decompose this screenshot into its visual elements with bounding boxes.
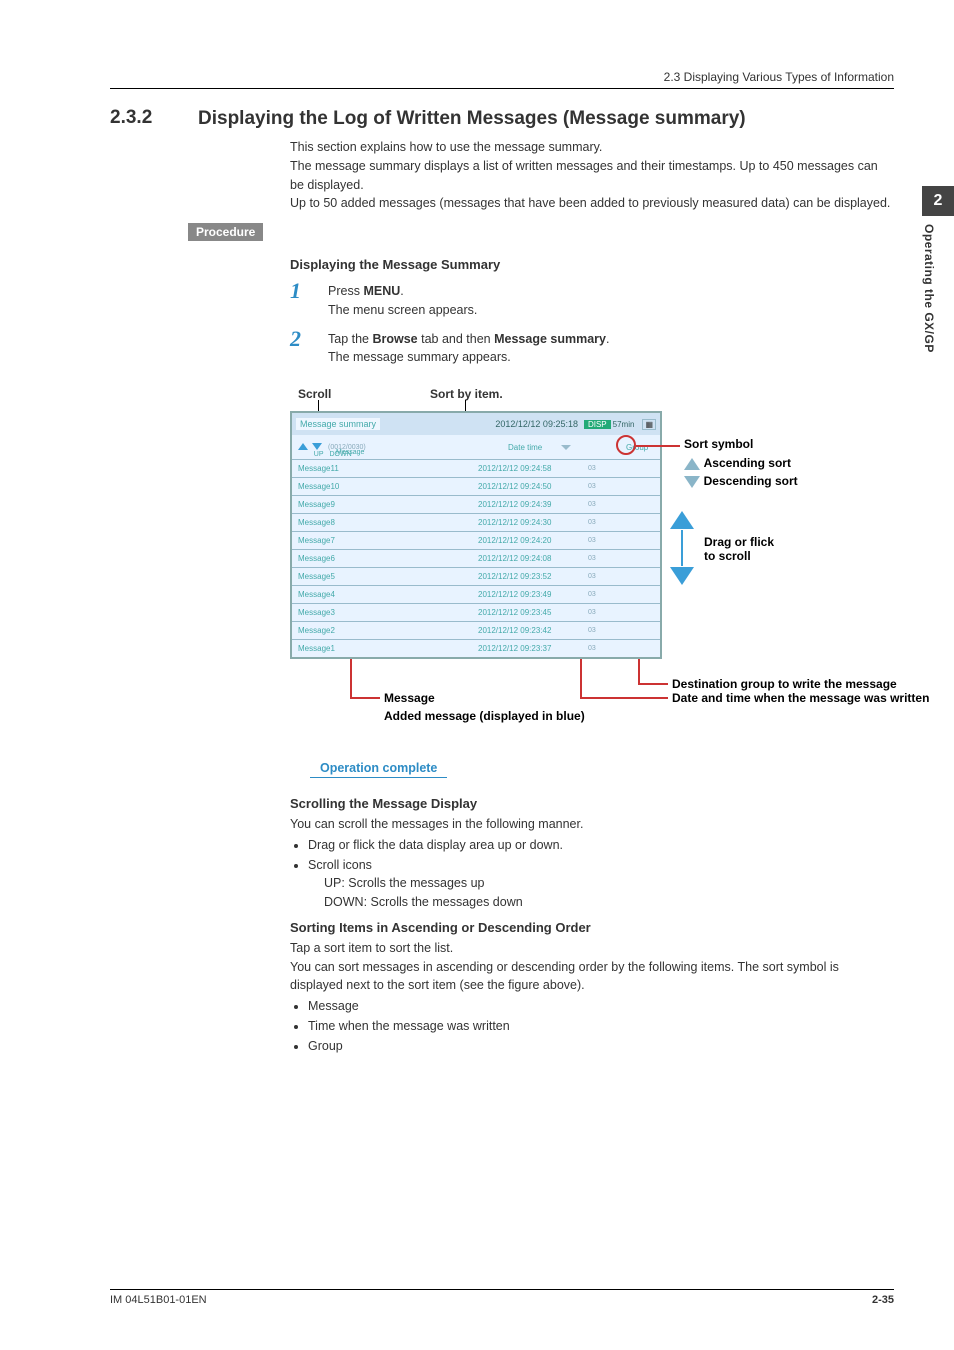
- label-datetime: Date and time when the message was writt…: [672, 691, 929, 705]
- step-1-post: .: [400, 284, 403, 298]
- table-row: Message92012/12/12 09:24:3903: [292, 495, 660, 513]
- label-descending: Descending sort: [704, 474, 798, 488]
- drag-down-icon: [670, 567, 694, 585]
- step-1: 1 Press MENU. The menu screen appears.: [290, 278, 894, 320]
- label-drag: Drag or flick to scroll: [704, 535, 774, 563]
- label-sort-by: Sort by item.: [430, 387, 503, 401]
- label-destination: Destination group to write the message: [672, 677, 897, 691]
- scrolling-intro: You can scroll the messages in the follo…: [290, 815, 894, 834]
- procedure-label: Procedure: [188, 223, 263, 241]
- step-2-b2: Message summary: [494, 332, 606, 346]
- step-2-mid: tab and then: [418, 332, 494, 346]
- label-ascending: Ascending sort: [704, 456, 791, 470]
- sort-bullet-3: Group: [308, 1037, 894, 1056]
- table-row: Message22012/12/12 09:23:4203: [292, 621, 660, 639]
- subhead-sorting: Sorting Items in Ascending or Descending…: [290, 920, 894, 935]
- subhead-scrolling: Scrolling the Message Display: [290, 796, 894, 811]
- sorting-p1: Tap a sort item to sort the list.: [290, 939, 894, 958]
- operation-complete: Operation complete: [310, 759, 447, 778]
- table-row: Message72012/12/12 09:24:2003: [292, 531, 660, 549]
- chapter-title: Operating the GX/GP: [922, 224, 936, 353]
- table-row: Message62012/12/12 09:24:0803: [292, 549, 660, 567]
- sort-bullet-1: Message: [308, 997, 894, 1016]
- table-row: Message52012/12/12 09:23:5203: [292, 567, 660, 585]
- label-sort-symbol: Sort symbol: [684, 437, 753, 451]
- col-message[interactable]: Message: [336, 449, 364, 456]
- table-row: Message82012/12/12 09:24:3003: [292, 513, 660, 531]
- table-row: Message112012/12/12 09:24:5803: [292, 459, 660, 477]
- descending-icon: [684, 476, 700, 488]
- message-table[interactable]: Message112012/12/12 09:24:5803 Message10…: [292, 459, 660, 657]
- table-row: Message12012/12/12 09:23:3703: [292, 639, 660, 657]
- figure-message-summary: Scroll Sort by item. Message summary 201…: [290, 375, 930, 745]
- grid-icon: ▦: [642, 419, 656, 430]
- label-scroll: Scroll: [298, 387, 331, 401]
- sorting-text: Tap a sort item to sort the list. You ca…: [290, 939, 894, 1056]
- drag-up-icon: [670, 511, 694, 529]
- running-header: 2.3 Displaying Various Types of Informat…: [110, 70, 894, 89]
- page-footer: IM 04L51B01-01EN 2-35: [110, 1289, 894, 1306]
- subhead-display: Displaying the Message Summary: [290, 257, 894, 272]
- scroll-bullet-2b: DOWN: Scrolls the messages down: [324, 893, 894, 912]
- breadcrumb: 2.3 Displaying Various Types of Informat…: [664, 70, 894, 84]
- device-title: Message summary: [296, 418, 380, 430]
- step-1-bold: MENU: [363, 284, 400, 298]
- step-1-number: 1: [290, 278, 314, 304]
- table-row: Message102012/12/12 09:24:5003: [292, 477, 660, 495]
- scroll-bullet-2: Scroll icons UP: Scrolls the messages up…: [308, 856, 894, 912]
- scroll-bullet-2a: UP: Scrolls the messages up: [324, 874, 894, 893]
- footer-page: 2-35: [872, 1294, 894, 1306]
- chapter-tab: 2 Operating the GX/GP: [922, 186, 954, 353]
- sort-bullet-2: Time when the message was written: [308, 1017, 894, 1036]
- label-message: Message: [384, 691, 435, 705]
- up-label: UP: [314, 451, 324, 458]
- disp-time: 57min: [613, 420, 635, 429]
- scrolling-text: You can scroll the messages in the follo…: [290, 815, 894, 912]
- scroll-down-icon[interactable]: [312, 443, 322, 450]
- step-2-number: 2: [290, 326, 314, 352]
- step-2-sub: The message summary appears.: [328, 350, 511, 364]
- intro-p1: This section explains how to use the mes…: [290, 138, 894, 157]
- step-2: 2 Tap the Browse tab and then Message su…: [290, 326, 894, 368]
- section-number: 2.3.2: [110, 107, 170, 129]
- device-screenshot: Message summary 2012/12/12 09:25:18 DISP…: [290, 411, 662, 659]
- step-1-sub: The menu screen appears.: [328, 303, 477, 317]
- step-2-post: .: [606, 332, 609, 346]
- intro-p3: Up to 50 added messages (messages that h…: [290, 194, 894, 213]
- section-heading: 2.3.2 Displaying the Log of Written Mess…: [110, 107, 894, 130]
- chapter-number: 2: [922, 186, 954, 216]
- table-row: Message32012/12/12 09:23:4503: [292, 603, 660, 621]
- section-title: Displaying the Log of Written Messages (…: [198, 108, 894, 130]
- intro-text: This section explains how to use the mes…: [290, 138, 894, 213]
- scroll-up-icon[interactable]: [298, 443, 308, 450]
- disp-badge: DISP: [584, 420, 611, 429]
- intro-p2: The message summary displays a list of w…: [290, 157, 894, 195]
- step-2-b1: Browse: [372, 332, 417, 346]
- label-added: Added message (displayed in blue): [384, 709, 585, 723]
- col-datetime[interactable]: Date time: [508, 443, 542, 452]
- table-row: Message42012/12/12 09:23:4903: [292, 585, 660, 603]
- sorting-p2: You can sort messages in ascending or de…: [290, 958, 894, 996]
- scroll-bullet-1: Drag or flick the data display area up o…: [308, 836, 894, 855]
- ascending-icon: [684, 458, 700, 470]
- step-1-pre: Press: [328, 284, 363, 298]
- callout-circle-icon: [616, 435, 636, 455]
- step-2-pre: Tap the: [328, 332, 372, 346]
- device-datetime: 2012/12/12 09:25:18: [495, 419, 578, 429]
- footer-doc-id: IM 04L51B01-01EN: [110, 1294, 207, 1306]
